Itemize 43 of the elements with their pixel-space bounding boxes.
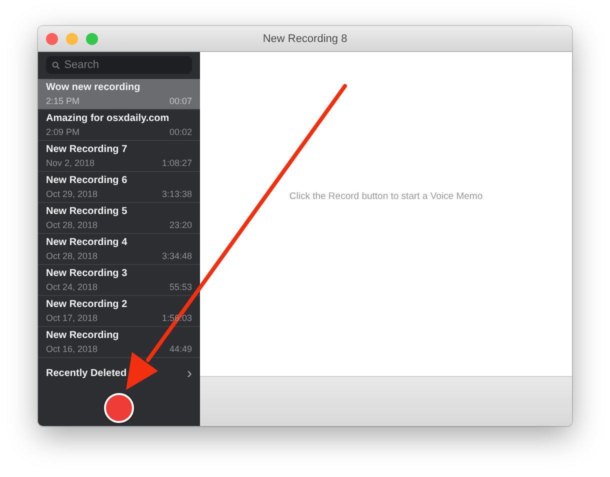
window-title: New Recording 8 (262, 32, 348, 44)
recording-item[interactable]: New Recording 5 Oct 28, 2018 23:20 (38, 203, 200, 234)
recording-title: New Recording 3 (46, 268, 128, 279)
recording-date: Oct 24, 2018 (46, 282, 98, 292)
recording-duration: 55:53 (169, 282, 192, 292)
recording-duration: 1:08:27 (162, 158, 192, 168)
recording-date: Oct 28, 2018 (46, 220, 98, 230)
recording-item[interactable]: New Recording 3 Oct 24, 2018 55:53 (38, 265, 200, 296)
close-button[interactable] (46, 32, 58, 44)
recording-title: Amazing for osxdaily.com (46, 113, 170, 124)
recording-duration: 3:13:38 (162, 189, 192, 199)
recording-date: 2:15 PM (46, 96, 80, 106)
recording-item[interactable]: New Recording 4 Oct 28, 2018 3:34:48 (38, 234, 200, 265)
recording-title: New Recording 5 (46, 206, 128, 217)
recording-date: Nov 2, 2018 (46, 158, 95, 168)
recording-title: New Recording (46, 330, 120, 341)
minimize-button[interactable] (66, 32, 78, 44)
recording-title: New Recording 7 (46, 144, 128, 155)
recently-deleted-item[interactable]: Recently Deleted › (38, 358, 200, 389)
recording-item[interactable]: Amazing for osxdaily.com 2:09 PM 00:02 (38, 110, 200, 141)
recording-duration: 44:49 (169, 344, 192, 354)
recording-item[interactable]: New Recording 6 Oct 29, 2018 3:13:38 (38, 172, 200, 203)
recording-duration: 3:34:48 (162, 251, 192, 261)
recording-title: Wow new recording (46, 82, 142, 93)
recording-duration: 00:07 (169, 96, 192, 106)
empty-hint: Click the Record button to start a Voice Memo (289, 190, 483, 202)
recording-duration: 00:02 (169, 127, 192, 137)
recording-item[interactable]: Wow new recording 2:15 PM 00:07 (38, 79, 200, 110)
recording-item[interactable]: New Recording 7 Nov 2, 2018 1:08:27 (38, 141, 200, 172)
recording-title: New Recording 6 (46, 175, 128, 186)
recording-duration: 23:20 (169, 220, 192, 230)
recording-date: Oct 16, 2018 (46, 344, 98, 354)
recording-title: New Recording 2 (46, 299, 128, 310)
recording-date: 2:09 PM (46, 127, 80, 137)
recording-date: Oct 17, 2018 (46, 313, 98, 323)
search-input[interactable]: Search (64, 59, 186, 71)
recording-date: Oct 29, 2018 (46, 189, 98, 199)
search-field[interactable]: Search (46, 56, 192, 74)
record-button[interactable] (104, 392, 134, 422)
recording-title: New Recording 4 (46, 237, 128, 248)
zoom-button[interactable] (86, 32, 98, 44)
search-icon (52, 60, 60, 70)
recording-date: Oct 28, 2018 (46, 251, 98, 261)
